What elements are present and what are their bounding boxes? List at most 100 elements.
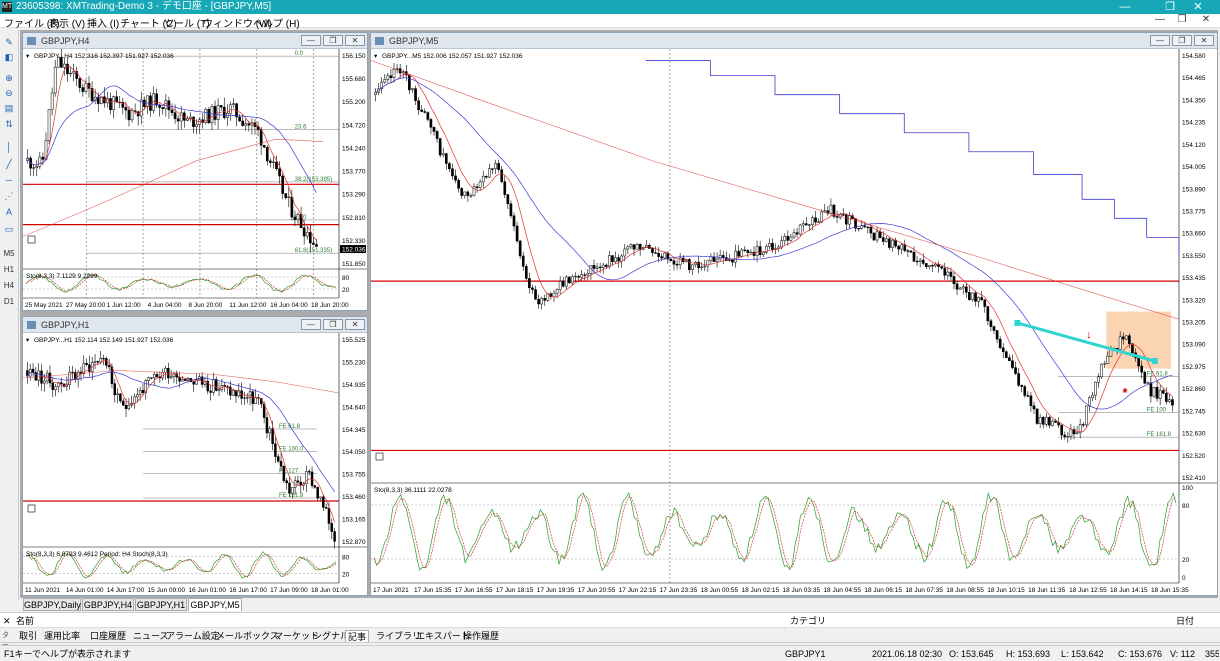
candle-bull [1158,390,1162,399]
chart-h1-minimize-button[interactable]: — [301,319,321,330]
candle-bull [1152,387,1156,397]
chart-h4-close-button[interactable]: ✕ [345,35,365,46]
terminal-col-name[interactable]: 名前 [16,613,34,629]
terminal-tab-mailbox[interactable]: メールボックス [214,630,281,642]
stoch-level-label: 20 [342,287,350,294]
candle-bear [1004,351,1008,358]
mdi-minimize-button[interactable]: — [1148,14,1172,25]
chart-h1-close-button[interactable]: ✕ [345,319,365,330]
tab-gbpjpy-daily[interactable]: GBPJPY,Daily [23,598,81,611]
terminal-tab-journal[interactable]: 操作履歴 [461,630,501,642]
price-label: 154.120 [1182,142,1206,149]
candle-bull [198,119,201,125]
candle-bear [924,263,928,267]
candle-bear [857,227,860,230]
candle-bear [598,266,602,269]
channel-icon[interactable]: ⋰ [2,190,16,203]
status-high: H: 153.693 [1006,649,1051,659]
terminal-close-icon[interactable]: ✕ [3,613,11,629]
candle-bull [571,276,574,284]
price-label: 153.290 [342,192,366,199]
trendline-icon[interactable]: ╱ [2,158,16,171]
menu-insert[interactable]: 挿入 (I) [87,15,119,30]
candle-bull [231,390,235,396]
label-icon[interactable]: ▭ [2,223,16,236]
candle-bull [595,266,599,269]
candle-bull [268,428,272,434]
timeframe-h4[interactable]: H4 [1,281,17,290]
price-label: 154.050 [342,449,366,456]
mdi-close-button[interactable]: ✕ [1194,14,1218,25]
terminal-tab-exposure[interactable]: 運用比率 [42,630,82,642]
chart-m5-close-button[interactable]: ✕ [1194,35,1214,46]
tab-gbpjpy-h1[interactable]: GBPJPY,H1 [135,598,187,611]
timeframe-h1[interactable]: H1 [1,265,17,274]
tab-gbpjpy-m5[interactable]: GBPJPY,M5 [188,598,242,611]
chart-h4-canvas[interactable]: 156.150 155.680 155.200 154.720 154.240 153.7… [23,49,367,310]
chart-window-m5[interactable]: GBPJPY,M5 — ❐ ✕ 154.580 154.465 154.350 154… [370,32,1218,596]
terminal-col-date[interactable]: 日付 [1176,613,1194,629]
candle-bull [243,397,246,399]
candle-bear [85,363,88,365]
timeframe-d1[interactable]: D1 [1,297,17,306]
menu-view[interactable]: 表示 (V) [49,15,85,30]
candle-bull [164,100,168,109]
candle-bear [170,109,174,113]
candle-bear [1131,343,1134,353]
candle-bull [463,191,467,196]
zoom-in-icon[interactable]: ⊕ [2,72,16,85]
terminal-tab-trade[interactable]: 取引 [17,630,39,642]
terminal-tab-articles[interactable]: 記事 [345,630,370,642]
vertical-line-icon[interactable]: │ [2,141,16,154]
chart-m5-maximize-button[interactable]: ❐ [1172,35,1192,46]
chart-h1-canvas[interactable]: 155.525 155.230 154.935 154.640 154.345 154.0… [23,333,367,595]
candle-bull [808,224,811,226]
tab-gbpjpy-h4[interactable]: GBPJPY,H4 [82,598,134,611]
candle-bear [866,226,870,228]
candle-bear [1155,387,1159,399]
candle-bear [697,261,700,269]
candle-bear [568,276,571,284]
period-sep-icon[interactable]: ⇅ [2,118,16,131]
candle-bull [884,238,888,242]
chart-h4-minimize-button[interactable]: — [301,35,321,46]
horizontal-line-icon[interactable]: ─ [2,174,16,187]
text-icon[interactable]: A [2,206,16,219]
candle-bear [1023,386,1027,396]
candle-bull [780,240,784,248]
chart-window-h1[interactable]: GBPJPY,H1 — ❐ ✕ 155.525 155.230 154.935 154… [22,316,368,596]
candle-bear [460,188,464,196]
crosshair-icon[interactable]: ◧ [2,51,16,64]
candle-bear [992,326,996,331]
candle-bear [109,98,112,111]
chart-h1-title: GBPJPY,H1 [41,320,90,330]
timeframe-m5[interactable]: M5 [1,249,17,258]
tile-icon[interactable]: ▤ [2,102,16,115]
mdi-restore-button[interactable]: ❐ [1170,14,1194,25]
candle-bull [47,109,51,141]
price-label: 153.165 [342,517,366,524]
close-button[interactable]: ✕ [1176,0,1220,14]
terminal-col-category[interactable]: カテゴリ [790,613,826,629]
menu-help[interactable]: ヘルプ (H) [253,15,300,30]
candle-bear [660,256,664,259]
candle-bear [167,368,170,379]
minimize-button[interactable]: — [1103,0,1147,14]
candle-bear [265,417,269,434]
price-label: 155.680 [342,76,366,83]
cursor-icon[interactable]: ✎ [2,36,16,49]
one-click-trading-checkbox [27,504,36,513]
time-label: 18 Jun 02:15 [742,587,780,594]
chart-h4-maximize-button[interactable]: ❐ [323,35,343,46]
chart-h1-maximize-button[interactable]: ❐ [323,319,343,330]
chart-m5-minimize-button[interactable]: — [1150,35,1170,46]
chart-m5-canvas[interactable]: 154.580 154.465 154.350 154.235 154.120 154.0… [371,49,1217,595]
candle-bull [715,258,719,262]
fib-level-label: FE 161.8 [1147,432,1172,438]
zoom-out-icon[interactable]: ⊖ [2,87,16,100]
terminal-tab-history[interactable]: 口座履歴 [88,630,128,642]
chart-window-h4[interactable]: GBPJPY,H4 — ❐ ✕ 156.150 155.680 155.200 154… [22,32,368,311]
time-label: 27 May 20:00 [66,302,106,309]
candle-bear [274,443,277,457]
candle-bear [213,106,217,120]
